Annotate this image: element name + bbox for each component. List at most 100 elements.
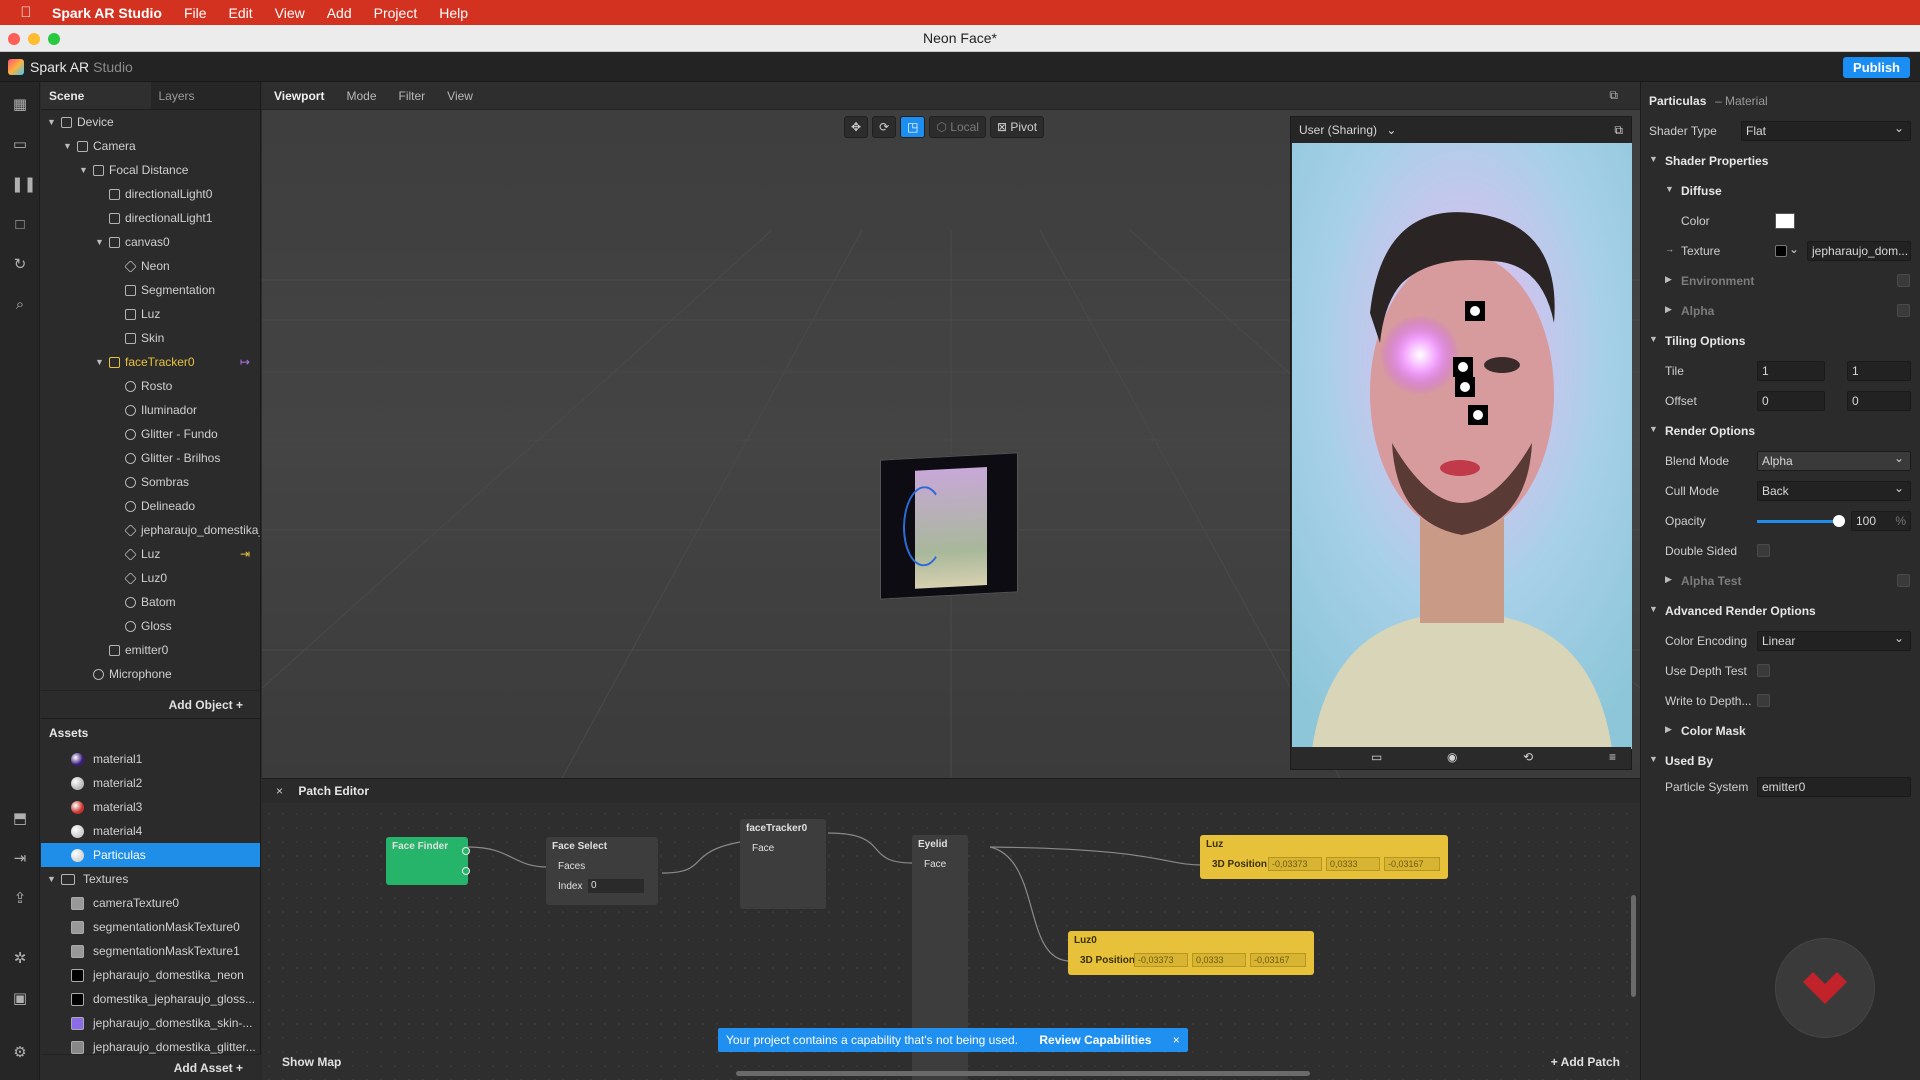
tab-scene[interactable]: Scene — [41, 82, 151, 109]
menu-file[interactable]: File — [184, 5, 207, 21]
texture-value[interactable]: jepharaujo_dom... — [1807, 241, 1911, 261]
scene-tree-item[interactable]: Neon — [41, 254, 260, 278]
notifications-icon[interactable]: ▣ — [11, 990, 29, 1008]
alpha-section[interactable]: ▶ Alpha — [1641, 296, 1920, 326]
double-sided-checkbox[interactable] — [1757, 544, 1770, 557]
apple-icon[interactable]:  — [0, 4, 52, 21]
tab-viewport[interactable]: Viewport — [274, 89, 324, 103]
link-arrow-icon[interactable]: → — [1665, 244, 1674, 254]
cull-mode-select[interactable]: Back — [1757, 479, 1911, 501]
patch-link-icon[interactable]: ⇥ — [240, 542, 250, 566]
asset-texture-item[interactable]: jepharaujo_domestika_skin-... — [41, 1011, 260, 1035]
face-select-node[interactable]: Face Select Faces Index 0 — [546, 837, 658, 905]
scene-tree-item[interactable]: directionalLight0 — [41, 182, 260, 206]
chevron-down-icon[interactable]: ⌄ — [1386, 123, 1396, 137]
record-video-icon[interactable]: ▭ — [1371, 750, 1382, 764]
face-tracker-node[interactable]: faceTracker0 Face — [740, 819, 826, 909]
scene-tree-item[interactable]: ▼ faceTracker0 ↦ — [41, 350, 260, 374]
offset-x-input[interactable]: 0 — [1757, 391, 1825, 411]
chevron-down-icon[interactable]: ▼ — [95, 350, 105, 374]
scene-tree-item[interactable]: Delineado — [41, 494, 260, 518]
horizontal-scrollbar[interactable] — [736, 1071, 1310, 1076]
scene-tree-item[interactable]: Batom — [41, 590, 260, 614]
scene-tree-item[interactable]: Gloss — [41, 614, 260, 638]
patch-link-icon[interactable]: ↦ — [240, 350, 250, 374]
scene-tree-item[interactable]: Skin — [41, 326, 260, 350]
environment-checkbox[interactable] — [1897, 274, 1910, 287]
asset-material-item[interactable]: Particulas — [41, 843, 260, 867]
color-encoding-select[interactable]: Linear — [1757, 629, 1911, 651]
popout-icon[interactable]: ⧉ — [1609, 88, 1618, 103]
opacity-slider-handle[interactable] — [1833, 515, 1845, 527]
render-options-section[interactable]: ▼ Render Options — [1641, 416, 1920, 446]
alpha-checkbox[interactable] — [1897, 304, 1910, 317]
shader-properties-section[interactable]: ▼ Shader Properties — [1641, 146, 1920, 176]
scene-tree-item[interactable]: ▼ Device — [41, 110, 260, 134]
scene-tree-item[interactable]: Segmentation — [41, 278, 260, 302]
zoom-window-button[interactable] — [48, 33, 60, 45]
opacity-slider-track[interactable] — [1757, 520, 1837, 523]
tab-layers[interactable]: Layers — [151, 82, 261, 109]
luz0-y-input[interactable]: 0,0333 — [1192, 953, 1246, 967]
scene-tree-item[interactable]: Sombras — [41, 470, 260, 494]
close-window-button[interactable] — [8, 33, 20, 45]
chevron-down-icon[interactable]: ▼ — [63, 134, 73, 158]
use-depth-test-checkbox[interactable] — [1757, 664, 1770, 677]
scene-tree-item[interactable]: Rosto — [41, 374, 260, 398]
scene-tree-item[interactable]: directionalLight1 — [41, 206, 260, 230]
menu-edit[interactable]: Edit — [229, 5, 253, 21]
output-port[interactable] — [462, 867, 470, 875]
particle-system-value[interactable]: emitter0 — [1757, 777, 1911, 797]
minimize-window-button[interactable] — [28, 33, 40, 45]
asset-texture-item[interactable]: cameraTexture0 — [41, 891, 260, 915]
menu-add[interactable]: Add — [327, 5, 352, 21]
luz-node[interactable]: Luz 3D Position -0,03373 0,0333 -0,03167 — [1200, 835, 1448, 879]
menu-app-name[interactable]: Spark AR Studio — [52, 5, 162, 21]
asset-texture-item[interactable]: segmentationMaskTexture0 — [41, 915, 260, 939]
vertical-scrollbar[interactable] — [1631, 895, 1636, 997]
menu-project[interactable]: Project — [374, 5, 418, 21]
layout-icon[interactable]: ▦ — [11, 96, 29, 114]
luz0-node[interactable]: Luz0 3D Position -0,03373 0,0333 -0,0316… — [1068, 931, 1314, 975]
luz-z-input[interactable]: -0,03167 — [1384, 857, 1440, 871]
shader-type-select[interactable]: Flat — [1741, 119, 1911, 141]
simulator-camera-preview[interactable] — [1292, 143, 1632, 749]
tile-x-input[interactable]: 1 — [1757, 361, 1825, 381]
tab-mode[interactable]: Mode — [346, 89, 376, 103]
asset-material-item[interactable]: material1 — [41, 747, 260, 771]
refresh-icon[interactable]: ↻ — [11, 256, 29, 274]
add-asset-button[interactable]: Add Asset + — [41, 1054, 261, 1080]
review-capabilities-button[interactable]: Review Capabilities — [1039, 1033, 1151, 1047]
environment-section[interactable]: ▶ Environment — [1641, 266, 1920, 296]
chevron-down-icon[interactable]: ⌄ — [1789, 242, 1799, 256]
menu-icon[interactable]: ≡ — [1609, 750, 1616, 764]
face-finder-node[interactable]: Face Finder — [386, 837, 470, 885]
output-port[interactable] — [462, 847, 470, 855]
add-object-button[interactable]: Add Object + — [41, 690, 261, 718]
chevron-down-icon[interactable]: ▼ — [47, 867, 57, 891]
scene-tree-item[interactable]: ▼ Camera — [41, 134, 260, 158]
chevron-down-icon[interactable]: ▼ — [79, 158, 89, 182]
luz-y-input[interactable]: 0,0333 — [1326, 857, 1380, 871]
canvas-preview-plane[interactable] — [880, 452, 1018, 600]
rotate-device-icon[interactable]: ⟲ — [1523, 750, 1533, 764]
add-patch-button[interactable]: + Add Patch — [1551, 1055, 1620, 1069]
chevron-down-icon[interactable]: ▼ — [47, 110, 57, 134]
scene-tree-item[interactable]: Glitter - Brilhos — [41, 446, 260, 470]
rotate-tool-icon[interactable]: ⟳ — [872, 116, 897, 138]
menu-view[interactable]: View — [275, 5, 305, 21]
screenshot-icon[interactable]: ◉ — [1447, 750, 1457, 764]
device-select[interactable]: User (Sharing) — [1299, 123, 1377, 137]
luz0-z-input[interactable]: -0,03167 — [1250, 953, 1306, 967]
scene-tree-item[interactable]: Microphone — [41, 662, 260, 686]
scene-tree-item[interactable]: ▼ canvas0 — [41, 230, 260, 254]
bug-icon[interactable]: ✲ — [11, 950, 29, 968]
move-tool-icon[interactable]: ✥ — [844, 116, 869, 138]
publish-button[interactable]: Publish — [1843, 57, 1910, 78]
write-to-depth-checkbox[interactable] — [1757, 694, 1770, 707]
luz0-x-input[interactable]: -0,03373 — [1134, 953, 1188, 967]
asset-material-item[interactable]: material3 — [41, 795, 260, 819]
scale-tool-icon[interactable]: ◳ — [900, 116, 926, 138]
advanced-render-section[interactable]: ▼ Advanced Render Options — [1641, 596, 1920, 626]
search-icon[interactable]: ⌕ — [11, 296, 29, 314]
